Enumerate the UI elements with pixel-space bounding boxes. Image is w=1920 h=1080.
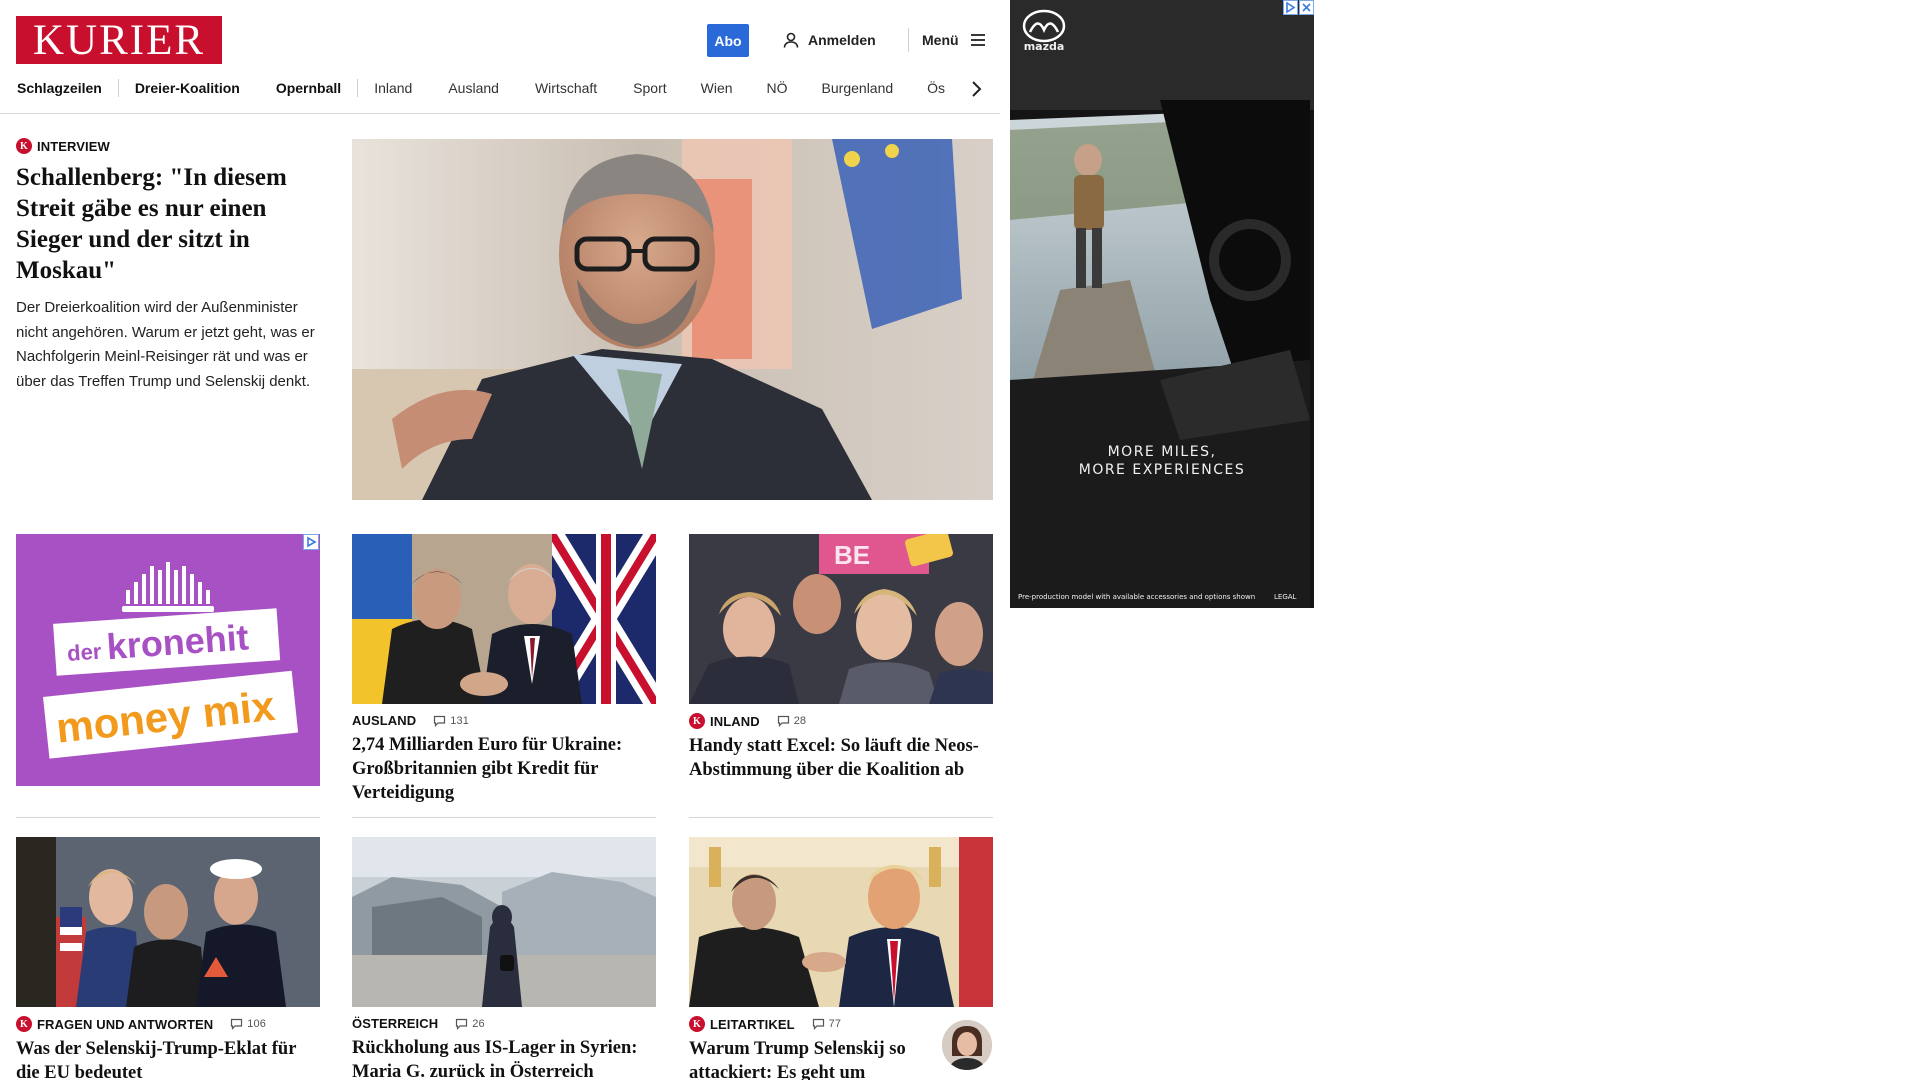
side-advertisement[interactable]: mazda MORE MILES, MORE EXPERIENCES Pre-p…	[1010, 0, 1314, 608]
menu-label: Menü	[922, 32, 959, 48]
comment-icon	[777, 715, 789, 727]
lead-teaser: Der Dreierkoalition wird der Außenminist…	[16, 299, 315, 390]
ad-headline-2: MORE EXPERIENCES	[1079, 462, 1246, 478]
kurier-logo[interactable]: KURIER	[16, 16, 222, 64]
article-card[interactable]: K FRAGEN UND ANTWORTEN 106 Was der Selen…	[16, 837, 320, 1080]
neos-selfie-photo: BE	[689, 534, 993, 704]
article-kicker: ÖSTERREICH 26	[352, 1016, 656, 1031]
article-card[interactable]: BE K INLAND 28 Handy statt Excel: So läu…	[689, 534, 993, 782]
lead-photo[interactable]	[352, 139, 993, 500]
article-title[interactable]: Warum Trump Selenskij so attackiert: Es …	[689, 1037, 929, 1080]
comment-icon	[231, 1018, 243, 1030]
nav-item-ausland[interactable]: Ausland	[428, 80, 515, 96]
comment-count[interactable]: 26	[455, 1017, 485, 1030]
login-button[interactable]: Anmelden	[782, 28, 876, 52]
nav-item-inland[interactable]: Inland	[358, 80, 428, 96]
inline-advertisement[interactable]: der kronehit money mix	[16, 534, 320, 786]
article-image[interactable]	[16, 837, 320, 1007]
portrait-photo	[352, 139, 993, 500]
nav-item-noe[interactable]: NÖ	[749, 80, 804, 96]
site-header: KURIER Abo Anmelden Menü Schlagzeilen Dr…	[0, 0, 1000, 114]
nav-item-sport[interactable]: Sport	[613, 80, 682, 96]
user-icon	[783, 32, 799, 48]
oval-office-photo	[689, 837, 993, 1007]
nav-item-wirtschaft[interactable]: Wirtschaft	[515, 80, 613, 96]
comment-icon	[434, 715, 446, 727]
nav-item-oesterreich[interactable]: Ös	[909, 80, 961, 96]
comment-count-value: 131	[450, 714, 469, 727]
article-kicker-label: FRAGEN UND ANTWORTEN	[37, 1016, 214, 1032]
nav-item-burgenland[interactable]: Burgenland	[804, 80, 910, 96]
menu-button[interactable]: Menü	[922, 28, 987, 52]
mazda-ad-graphic: mazda MORE MILES, MORE EXPERIENCES Pre-p…	[1010, 0, 1314, 608]
header-divider	[908, 28, 909, 52]
article-card[interactable]: ÖSTERREICH 26 Rückholung aus IS-Lager in…	[352, 837, 656, 1080]
comment-count-value: 26	[472, 1017, 485, 1030]
article-card[interactable]: K LEITARTIKEL 77 Warum Trump Selenskij s…	[689, 837, 993, 1080]
nav-item-schlagzeilen[interactable]: Schlagzeilen	[0, 80, 118, 96]
news-site: KURIER Abo Anmelden Menü Schlagzeilen Dr…	[0, 0, 1000, 1080]
ad-brand-small: der	[66, 639, 102, 666]
kurier-plus-badge-icon: K	[689, 713, 705, 729]
close-ad-icon[interactable]	[1299, 0, 1314, 15]
comment-count[interactable]: 28	[777, 715, 806, 727]
nav-item-dreier-koalition[interactable]: Dreier-Koalition	[119, 80, 256, 96]
article-kicker: AUSLAND 131	[352, 713, 656, 728]
comment-icon	[456, 1018, 468, 1030]
lead-story[interactable]: K INTERVIEW Schallenberg: "In diesem Str…	[16, 138, 322, 394]
adchoices-icon[interactable]	[303, 534, 319, 550]
nav-item-wien[interactable]: Wien	[683, 80, 749, 96]
lead-kicker: K INTERVIEW	[16, 138, 322, 154]
svg-text:BE: BE	[834, 540, 870, 570]
comment-count-value: 77	[828, 1018, 842, 1030]
login-label: Anmelden	[808, 32, 876, 48]
comment-count[interactable]: 106	[230, 1018, 266, 1030]
section-nav: Schlagzeilen Dreier-Koalition Opernball …	[0, 76, 1000, 100]
ad-brand: mazda	[1024, 40, 1065, 53]
comment-count-value: 106	[247, 1018, 266, 1030]
article-title[interactable]: Was der Selenskij-Trump-Eklat für die EU…	[16, 1037, 320, 1080]
ad-legal-link: LEGAL	[1274, 593, 1297, 601]
lead-kicker-label: INTERVIEW	[37, 138, 110, 154]
ad-disclaimer: Pre-production model with available acce…	[1018, 593, 1255, 601]
article-kicker-label: INLAND	[710, 713, 760, 729]
comment-count[interactable]: 131	[433, 715, 469, 727]
comment-count-value: 28	[793, 715, 807, 727]
article-image[interactable]	[689, 837, 993, 1007]
lead-title[interactable]: Schallenberg: "In diesem Streit gäbe es …	[16, 162, 322, 286]
camp-syria-photo	[352, 837, 656, 1007]
article-kicker: K FRAGEN UND ANTWORTEN 106	[16, 1016, 320, 1032]
article-card[interactable]: AUSLAND 131 2,74 Milliarden Euro für Ukr…	[352, 534, 656, 805]
comment-icon	[812, 1018, 824, 1030]
author-portrait	[942, 1020, 992, 1070]
article-kicker-label: LEITARTIKEL	[710, 1016, 795, 1032]
kurier-plus-badge-icon: K	[16, 138, 32, 154]
ad-headline-1: MORE MILES,	[1108, 444, 1217, 460]
article-title[interactable]: Rückholung aus IS-Lager in Syrien: Maria…	[352, 1036, 656, 1080]
article-image[interactable]: BE	[689, 534, 993, 704]
zelensky-starmer-photo	[352, 534, 656, 704]
comment-count[interactable]: 77	[812, 1018, 841, 1030]
hamburger-icon	[970, 34, 985, 46]
kronehit-ad-graphic: der kronehit money mix	[43, 562, 299, 759]
article-kicker-label: AUSLAND	[352, 713, 417, 728]
kurier-plus-badge-icon: K	[16, 1016, 32, 1032]
card-divider	[689, 817, 993, 818]
abo-button[interactable]: Abo	[707, 24, 749, 57]
card-divider	[16, 817, 320, 818]
article-kicker-label: ÖSTERREICH	[352, 1016, 439, 1031]
article-title[interactable]: 2,74 Milliarden Euro für Ukraine: Großbr…	[352, 733, 656, 805]
kurier-plus-badge-icon: K	[689, 1016, 705, 1032]
nav-scroll-right[interactable]	[964, 78, 1000, 100]
article-image[interactable]	[352, 837, 656, 1007]
card-divider	[352, 817, 656, 818]
nav-item-opernball[interactable]: Opernball	[256, 80, 357, 96]
adchoices-icon[interactable]	[1283, 0, 1298, 15]
article-title[interactable]: Handy statt Excel: So läuft die Neos-Abs…	[689, 734, 993, 782]
article-image[interactable]	[352, 534, 656, 704]
selenskyj-visit-photo	[16, 837, 320, 1007]
chevron-right-icon	[972, 81, 982, 97]
author-avatar[interactable]	[942, 1020, 992, 1070]
article-kicker: K INLAND 28	[689, 713, 993, 729]
